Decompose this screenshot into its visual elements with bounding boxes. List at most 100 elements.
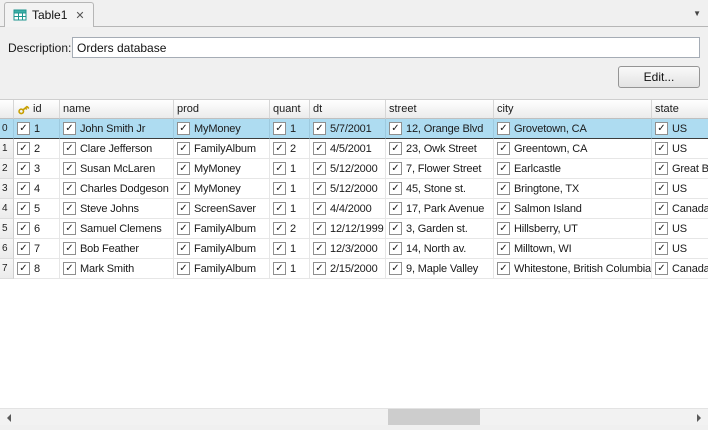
cell-id[interactable]: ✓7 [14,239,60,259]
checkbox-checked-icon[interactable]: ✓ [63,242,76,255]
checkbox-checked-icon[interactable]: ✓ [497,122,510,135]
scroll-left-button[interactable] [0,409,17,425]
edit-button[interactable]: Edit... [618,66,700,88]
cell-dt[interactable]: ✓5/7/2001 [310,119,386,139]
cell-state[interactable]: ✓US [652,139,708,159]
checkbox-checked-icon[interactable]: ✓ [177,222,190,235]
checkbox-checked-icon[interactable]: ✓ [389,182,402,195]
checkbox-checked-icon[interactable]: ✓ [177,182,190,195]
cell-prod[interactable]: ✓MyMoney [174,179,270,199]
cell-state[interactable]: ✓US [652,219,708,239]
cell-id[interactable]: ✓3 [14,159,60,179]
row-number[interactable]: 6 [0,239,14,259]
checkbox-checked-icon[interactable]: ✓ [63,162,76,175]
tab-table1[interactable]: Table1 ✕ [4,2,94,27]
cell-street[interactable]: ✓45, Stone st. [386,179,494,199]
table-row[interactable]: 6 ✓7✓Bob Feather✓FamilyAlbum✓1✓12/3/2000… [0,239,708,259]
checkbox-checked-icon[interactable]: ✓ [313,162,326,175]
table-row[interactable]: 3 ✓4✓Charles Dodgeson✓MyMoney✓1✓5/12/200… [0,179,708,199]
checkbox-checked-icon[interactable]: ✓ [273,142,286,155]
cell-street[interactable]: ✓7, Flower Street [386,159,494,179]
checkbox-checked-icon[interactable]: ✓ [313,202,326,215]
checkbox-checked-icon[interactable]: ✓ [17,222,30,235]
row-number[interactable]: 0 [0,119,14,139]
cell-city[interactable]: ✓Grovetown, CA [494,119,652,139]
cell-id[interactable]: ✓4 [14,179,60,199]
column-header-name[interactable]: name [60,100,174,119]
cell-id[interactable]: ✓5 [14,199,60,219]
cell-quant[interactable]: ✓1 [270,259,310,279]
cell-street[interactable]: ✓14, North av. [386,239,494,259]
cell-dt[interactable]: ✓4/5/2001 [310,139,386,159]
cell-id[interactable]: ✓1 [14,119,60,139]
checkbox-checked-icon[interactable]: ✓ [63,262,76,275]
checkbox-checked-icon[interactable]: ✓ [313,262,326,275]
checkbox-checked-icon[interactable]: ✓ [655,122,668,135]
cell-city[interactable]: ✓Greentown, CA [494,139,652,159]
cell-name[interactable]: ✓Charles Dodgeson [60,179,174,199]
cell-name[interactable]: ✓Samuel Clemens [60,219,174,239]
checkbox-checked-icon[interactable]: ✓ [17,202,30,215]
checkbox-checked-icon[interactable]: ✓ [273,202,286,215]
table-row[interactable]: 4 ✓5✓Steve Johns✓ScreenSaver✓1✓4/4/2000✓… [0,199,708,219]
checkbox-checked-icon[interactable]: ✓ [313,182,326,195]
cell-city[interactable]: ✓Earlcastle [494,159,652,179]
cell-city[interactable]: ✓Milltown, WI [494,239,652,259]
checkbox-checked-icon[interactable]: ✓ [177,122,190,135]
cell-dt[interactable]: ✓4/4/2000 [310,199,386,219]
cell-quant[interactable]: ✓1 [270,239,310,259]
cell-prod[interactable]: ✓MyMoney [174,159,270,179]
cell-quant[interactable]: ✓1 [270,179,310,199]
checkbox-checked-icon[interactable]: ✓ [17,142,30,155]
checkbox-checked-icon[interactable]: ✓ [497,222,510,235]
checkbox-checked-icon[interactable]: ✓ [17,162,30,175]
cell-street[interactable]: ✓9, Maple Valley [386,259,494,279]
cell-name[interactable]: ✓Mark Smith [60,259,174,279]
cell-dt[interactable]: ✓12/3/2000 [310,239,386,259]
column-header-city[interactable]: city [494,100,652,119]
checkbox-checked-icon[interactable]: ✓ [655,162,668,175]
cell-name[interactable]: ✓Clare Jefferson [60,139,174,159]
cell-state[interactable]: ✓Canada [652,259,708,279]
table-row[interactable]: 7 ✓8✓Mark Smith✓FamilyAlbum✓1✓2/15/2000✓… [0,259,708,279]
row-number[interactable]: 1 [0,139,14,159]
checkbox-checked-icon[interactable]: ✓ [497,242,510,255]
row-number[interactable]: 3 [0,179,14,199]
cell-name[interactable]: ✓John Smith Jr [60,119,174,139]
cell-quant[interactable]: ✓1 [270,119,310,139]
checkbox-checked-icon[interactable]: ✓ [497,262,510,275]
cell-prod[interactable]: ✓FamilyAlbum [174,259,270,279]
cell-state[interactable]: ✓US [652,119,708,139]
checkbox-checked-icon[interactable]: ✓ [17,262,30,275]
cell-state[interactable]: ✓Great Britain [652,159,708,179]
cell-dt[interactable]: ✓12/12/1999 [310,219,386,239]
cell-prod[interactable]: ✓ScreenSaver [174,199,270,219]
cell-quant[interactable]: ✓2 [270,219,310,239]
cell-id[interactable]: ✓6 [14,219,60,239]
row-number[interactable]: 7 [0,259,14,279]
cell-state[interactable]: ✓US [652,239,708,259]
horizontal-scrollbar[interactable] [0,408,708,425]
row-number[interactable]: 4 [0,199,14,219]
description-input[interactable] [72,37,700,58]
tab-list-chevron-down-icon[interactable]: ▼ [693,9,701,18]
checkbox-checked-icon[interactable]: ✓ [497,142,510,155]
checkbox-checked-icon[interactable]: ✓ [313,242,326,255]
checkbox-checked-icon[interactable]: ✓ [655,142,668,155]
checkbox-checked-icon[interactable]: ✓ [177,242,190,255]
checkbox-checked-icon[interactable]: ✓ [655,182,668,195]
checkbox-checked-icon[interactable]: ✓ [389,222,402,235]
cell-quant[interactable]: ✓1 [270,159,310,179]
cell-prod[interactable]: ✓FamilyAlbum [174,139,270,159]
table-row[interactable]: 5 ✓6✓Samuel Clemens✓FamilyAlbum✓2✓12/12/… [0,219,708,239]
checkbox-checked-icon[interactable]: ✓ [17,242,30,255]
scrollbar-thumb[interactable] [388,409,480,425]
cell-quant[interactable]: ✓1 [270,199,310,219]
checkbox-checked-icon[interactable]: ✓ [273,222,286,235]
cell-id[interactable]: ✓2 [14,139,60,159]
cell-state[interactable]: ✓US [652,179,708,199]
cell-street[interactable]: ✓3, Garden st. [386,219,494,239]
column-header-id[interactable]: id [14,100,60,119]
checkbox-checked-icon[interactable]: ✓ [63,202,76,215]
row-number[interactable]: 2 [0,159,14,179]
